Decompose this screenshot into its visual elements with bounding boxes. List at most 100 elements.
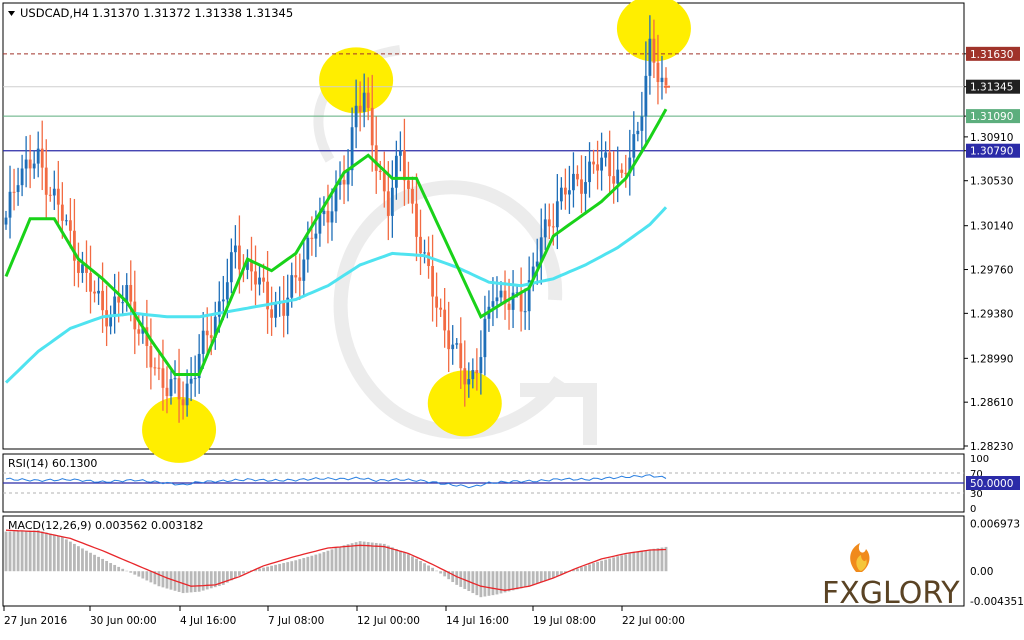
macd-bar	[238, 571, 241, 576]
candle-body	[193, 378, 197, 380]
candle-body	[370, 107, 374, 146]
candle-body	[519, 292, 523, 312]
macd-bar	[274, 564, 278, 572]
time-axis-label: 30 Jun 00:00	[90, 615, 157, 627]
macd-bar	[515, 571, 519, 590]
candle-body	[64, 220, 68, 222]
candle-body	[48, 194, 52, 196]
macd-bar	[294, 560, 298, 572]
macd-bar	[181, 571, 185, 594]
candle-body	[415, 203, 418, 237]
macd-bar	[411, 556, 414, 572]
macd-bar	[338, 546, 342, 572]
candle-body	[382, 172, 386, 192]
candle-body	[600, 157, 604, 171]
macd-bar	[640, 550, 644, 572]
candle-body	[459, 343, 463, 369]
macd-bar	[8, 531, 12, 572]
macd-bar	[141, 571, 145, 579]
candle-body	[596, 164, 599, 171]
macd-bar	[487, 571, 491, 596]
macd-bar	[403, 552, 406, 572]
candle-body	[233, 245, 237, 253]
macd-bar	[588, 564, 591, 572]
macd-bar	[32, 530, 36, 572]
macd-bar	[278, 563, 282, 572]
candle-body	[254, 271, 257, 285]
macd-bar	[366, 542, 370, 572]
candle-body	[16, 185, 20, 192]
macd-bar	[547, 571, 551, 580]
macd-bar	[652, 548, 656, 572]
candle-body	[431, 266, 434, 297]
candle-body	[632, 134, 636, 158]
candle-body	[624, 172, 628, 174]
price-axis-label: 1.30530	[970, 176, 1013, 188]
candle-body	[547, 219, 551, 227]
candle-body	[310, 237, 314, 239]
price-axis-label: 1.28610	[970, 397, 1013, 409]
candle-body	[185, 383, 189, 406]
macd-bar	[109, 563, 113, 572]
candle-body	[455, 343, 459, 345]
candle-body	[499, 290, 503, 298]
candle-body	[568, 190, 571, 195]
candle-body	[322, 210, 326, 215]
candle-body	[423, 252, 426, 254]
macd-bar	[374, 542, 378, 572]
macd-bar	[306, 556, 310, 572]
macd-bar	[310, 555, 314, 572]
macd-bar	[378, 543, 382, 572]
macd-bar	[16, 531, 20, 572]
candle-body	[274, 303, 278, 318]
candle-body	[40, 148, 44, 168]
macd-bar	[584, 565, 587, 572]
candle-body	[201, 330, 205, 354]
macd-bar	[370, 542, 374, 572]
candle-body	[270, 309, 274, 318]
candle-body	[326, 210, 330, 223]
candle-body	[258, 277, 261, 285]
candle-body	[612, 176, 616, 184]
price-axis-label: 1.29760	[970, 265, 1013, 277]
time-axis-label: 7 Jul 08:00	[268, 615, 324, 627]
candle-body	[523, 311, 527, 313]
candle-body	[282, 302, 286, 316]
candle-body	[419, 236, 422, 254]
macd-bar	[169, 571, 173, 590]
candle-body	[52, 188, 56, 196]
macd-bar	[93, 554, 96, 572]
macd-bar	[117, 566, 121, 572]
candle-body	[105, 310, 109, 327]
candle-body	[44, 167, 48, 195]
candle-body	[294, 275, 298, 278]
macd-bar	[511, 571, 515, 591]
macd-bar	[64, 539, 68, 572]
macd-bar	[612, 557, 616, 572]
candle-body	[620, 169, 624, 173]
candle-body	[572, 173, 575, 191]
candle-body	[205, 330, 209, 336]
price-axis-label: 1.30910	[970, 132, 1013, 144]
macd-bar	[632, 552, 636, 572]
candle-body	[358, 105, 362, 112]
macd-bar	[435, 570, 439, 572]
macd-bar	[431, 567, 434, 572]
candle-body	[374, 145, 378, 171]
candle-body	[378, 170, 382, 173]
candle-body	[12, 191, 16, 193]
macd-bar	[580, 567, 583, 572]
time-axis-label: 14 Jul 16:00	[446, 615, 509, 627]
candle-body	[97, 290, 100, 294]
time-axis-label: 12 Jul 00:00	[357, 615, 420, 627]
macd-bar	[443, 571, 447, 577]
chart-root: 1.31630 1.31345 1.31090 1.30910 1.30790 1.305…	[0, 0, 1024, 636]
candle-body	[225, 282, 229, 300]
candle-body	[398, 150, 402, 156]
macd-bar	[407, 554, 410, 572]
rsi-axis-label: 30	[970, 489, 983, 500]
macd-bar	[415, 558, 418, 572]
candle-body	[209, 335, 213, 338]
candle-body	[153, 367, 157, 369]
macd-bar	[427, 565, 430, 572]
